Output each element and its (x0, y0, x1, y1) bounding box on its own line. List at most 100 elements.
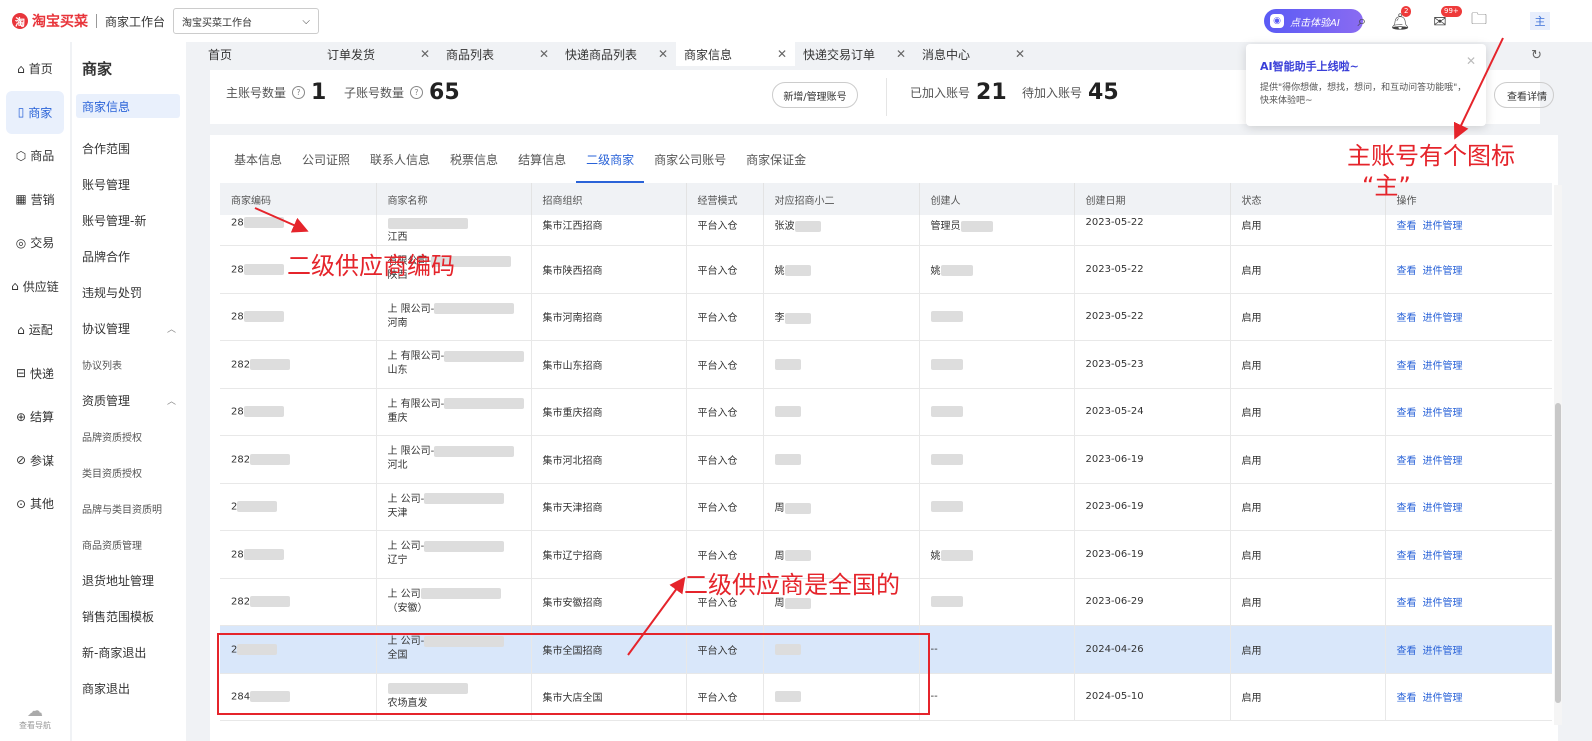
tab-goods-list[interactable]: 商品列表 ✕ (438, 42, 557, 66)
tab-order-ship[interactable]: 订单发货 ✕ (319, 42, 438, 66)
view-link[interactable]: 查看 (1397, 408, 1417, 419)
tab-merchant-info[interactable]: 商家信息 ✕ (676, 42, 795, 66)
section-tab[interactable]: 结算信息 (508, 135, 576, 183)
subnav-item[interactable]: 账号管理-新 (72, 202, 186, 238)
nav-item-settlement[interactable]: ⊕ 结算 (0, 395, 70, 439)
section-tab[interactable]: 商家公司账号 (644, 135, 736, 183)
help-icon[interactable]: ? (410, 86, 424, 99)
subnav-item[interactable]: 类目资质授权 (72, 454, 186, 490)
tab-home[interactable]: 首页 (200, 42, 319, 66)
table-cell: 启用 (1230, 293, 1386, 341)
section-tab[interactable]: 基本信息 (224, 135, 292, 183)
view-link[interactable]: 查看 (1397, 456, 1417, 467)
subnav-group-agreement[interactable]: 协议管理 ︿ (72, 310, 186, 346)
help-icon[interactable]: ? (292, 86, 306, 99)
close-icon[interactable]: ✕ (420, 47, 430, 61)
refresh-icon[interactable]: ↻ (1531, 48, 1542, 63)
tab-messages[interactable]: 消息中心 ✕ (914, 42, 1033, 66)
table-row[interactable]: 28 上 有限公司- 重庆 集市重庆招商 平台入仓 2023-05-24 启用 查看 进件管理 (220, 388, 1552, 436)
subnav-item[interactable]: 商家信息 (76, 94, 180, 118)
subnav-item[interactable]: 品牌与类目资质明 (72, 490, 186, 526)
manage-link[interactable]: 进件管理 (1423, 456, 1463, 467)
subnav-item[interactable]: 品牌合作 (72, 238, 186, 274)
subnav-item[interactable]: 协议列表 (72, 346, 186, 382)
table-row[interactable]: 28 江西 集市江西招商 平台入仓 张波 管理员 2023-05-22 启用 查看 进件管理 (220, 215, 1552, 246)
close-icon[interactable]: ✕ (1015, 47, 1025, 61)
nav-guide[interactable]: ☁ 查看导航 (0, 701, 70, 731)
scrollbar-thumb[interactable] (1555, 403, 1561, 703)
subnav-item[interactable]: 新-商家退出 (72, 634, 186, 670)
subnav-item[interactable]: 退货地址管理 (72, 562, 186, 598)
nav-item-express[interactable]: ⊟ 快递 (0, 352, 70, 396)
subnav-item[interactable]: 违规与处罚 (72, 274, 186, 310)
workbench-label: 商家工作台 (105, 14, 166, 29)
nav-item-home[interactable]: ⌂ 首页 (0, 47, 70, 91)
subnav-item[interactable]: 合作范围 (72, 130, 186, 166)
view-link[interactable]: 查看 (1397, 313, 1417, 324)
table-cell: 姚 (919, 245, 1075, 294)
tab-express-orders[interactable]: 快递交易订单 ✕ (795, 42, 914, 66)
section-tab[interactable]: 公司证照 (292, 135, 360, 183)
table-cell: 28 (220, 293, 377, 341)
nav-item-trade[interactable]: ◎ 交易 (0, 221, 70, 265)
view-link[interactable]: 查看 (1397, 646, 1417, 657)
manage-link[interactable]: 进件管理 (1423, 408, 1463, 419)
subnav-item[interactable]: 账号管理 (72, 166, 186, 202)
mail-icon[interactable]: ✉ 99+ (1429, 6, 1462, 32)
manage-link[interactable]: 进件管理 (1423, 503, 1463, 514)
folder-icon[interactable]: 🗀 (1468, 9, 1490, 32)
nav-item-supply[interactable]: ⌂ 供应链 (0, 265, 70, 309)
view-link[interactable]: 查看 (1397, 693, 1417, 704)
manage-accounts-button[interactable]: 新增/管理账号 (772, 82, 858, 108)
subnav-item[interactable]: 品牌资质授权 (72, 418, 186, 454)
manage-link[interactable]: 进件管理 (1423, 646, 1463, 657)
close-icon[interactable]: ✕ (539, 47, 549, 61)
tab-express-goods[interactable]: 快递商品列表 ✕ (557, 42, 676, 66)
nav-item-delivery[interactable]: ⌂ 运配 (0, 308, 70, 352)
close-icon[interactable]: ✕ (658, 47, 668, 61)
main-account-count: 主账号数量? 1 (226, 80, 326, 105)
view-link[interactable]: 查看 (1397, 551, 1417, 562)
manage-link[interactable]: 进件管理 (1423, 221, 1463, 232)
ai-try-button[interactable]: ◉ 点击体验AI (1264, 9, 1363, 33)
manage-link[interactable]: 进件管理 (1423, 313, 1463, 324)
manage-link[interactable]: 进件管理 (1423, 361, 1463, 372)
close-icon[interactable]: ✕ (896, 47, 906, 61)
section-tab[interactable]: 税票信息 (440, 135, 508, 183)
logo[interactable]: 淘 淘宝买菜 (12, 11, 88, 31)
close-icon[interactable]: ✕ (777, 47, 787, 61)
section-tab[interactable]: 联系人信息 (360, 135, 440, 183)
search-icon[interactable]: ⌕ (1351, 10, 1373, 32)
view-link[interactable]: 查看 (1397, 503, 1417, 514)
nav-label: 参谋 (30, 453, 55, 468)
table-row[interactable]: 282 上 有限公司- 山东 集市山东招商 平台入仓 2023-05-23 启用 查看 进件管理 (220, 340, 1552, 389)
nav-item-goods[interactable]: ⬡ 商品 (0, 134, 70, 178)
table-row[interactable]: 2 上 公司- 天津 集市天津招商 平台入仓 周 2023-06-19 启用 查看 进件管理 (220, 483, 1552, 531)
table-row[interactable]: 28 上 限公司- 河南 集市河南招商 平台入仓 李 2023-05-22 启用 查看 进件管理 (220, 293, 1552, 341)
nav-item-merchant[interactable]: ▯ 商家 (6, 90, 64, 134)
manage-link[interactable]: 进件管理 (1423, 266, 1463, 277)
close-icon[interactable]: ✕ (1466, 54, 1476, 68)
table-row[interactable]: 282 上 限公司- 河北 集市河北招商 平台入仓 2023-06-19 启用 查看 进件管理 (220, 435, 1552, 484)
section-tab-secondary-merchant[interactable]: 二级商家 (576, 135, 645, 183)
bell-icon[interactable]: 🔔︎ 2 (1389, 6, 1412, 32)
subnav-item[interactable]: 销售范围模板 (72, 598, 186, 634)
manage-link[interactable]: 进件管理 (1423, 693, 1463, 704)
section-tab[interactable]: 商家保证金 (736, 135, 816, 183)
workspace-select[interactable]: 淘宝买菜工作台 ⌵ (173, 8, 320, 34)
manage-link[interactable]: 进件管理 (1423, 598, 1463, 609)
view-details-button[interactable]: 查看详情 (1494, 82, 1554, 108)
nav-item-marketing[interactable]: ▦ 营销 (0, 178, 70, 222)
subnav-group-qualification[interactable]: 资质管理 ︿ (72, 382, 186, 418)
view-link[interactable]: 查看 (1397, 221, 1417, 232)
view-link[interactable]: 查看 (1397, 598, 1417, 609)
avatar[interactable]: 主 (1530, 12, 1550, 30)
scrollbar[interactable] (1554, 185, 1562, 725)
nav-item-other[interactable]: ⊙ 其他 (0, 482, 70, 526)
nav-item-advisor[interactable]: ⊘ 参谋 (0, 439, 70, 483)
manage-link[interactable]: 进件管理 (1423, 551, 1463, 562)
subnav-item[interactable]: 商家退出 (72, 670, 186, 706)
view-link[interactable]: 查看 (1397, 361, 1417, 372)
subnav-item[interactable]: 商品资质管理 (72, 526, 186, 562)
view-link[interactable]: 查看 (1397, 266, 1417, 277)
